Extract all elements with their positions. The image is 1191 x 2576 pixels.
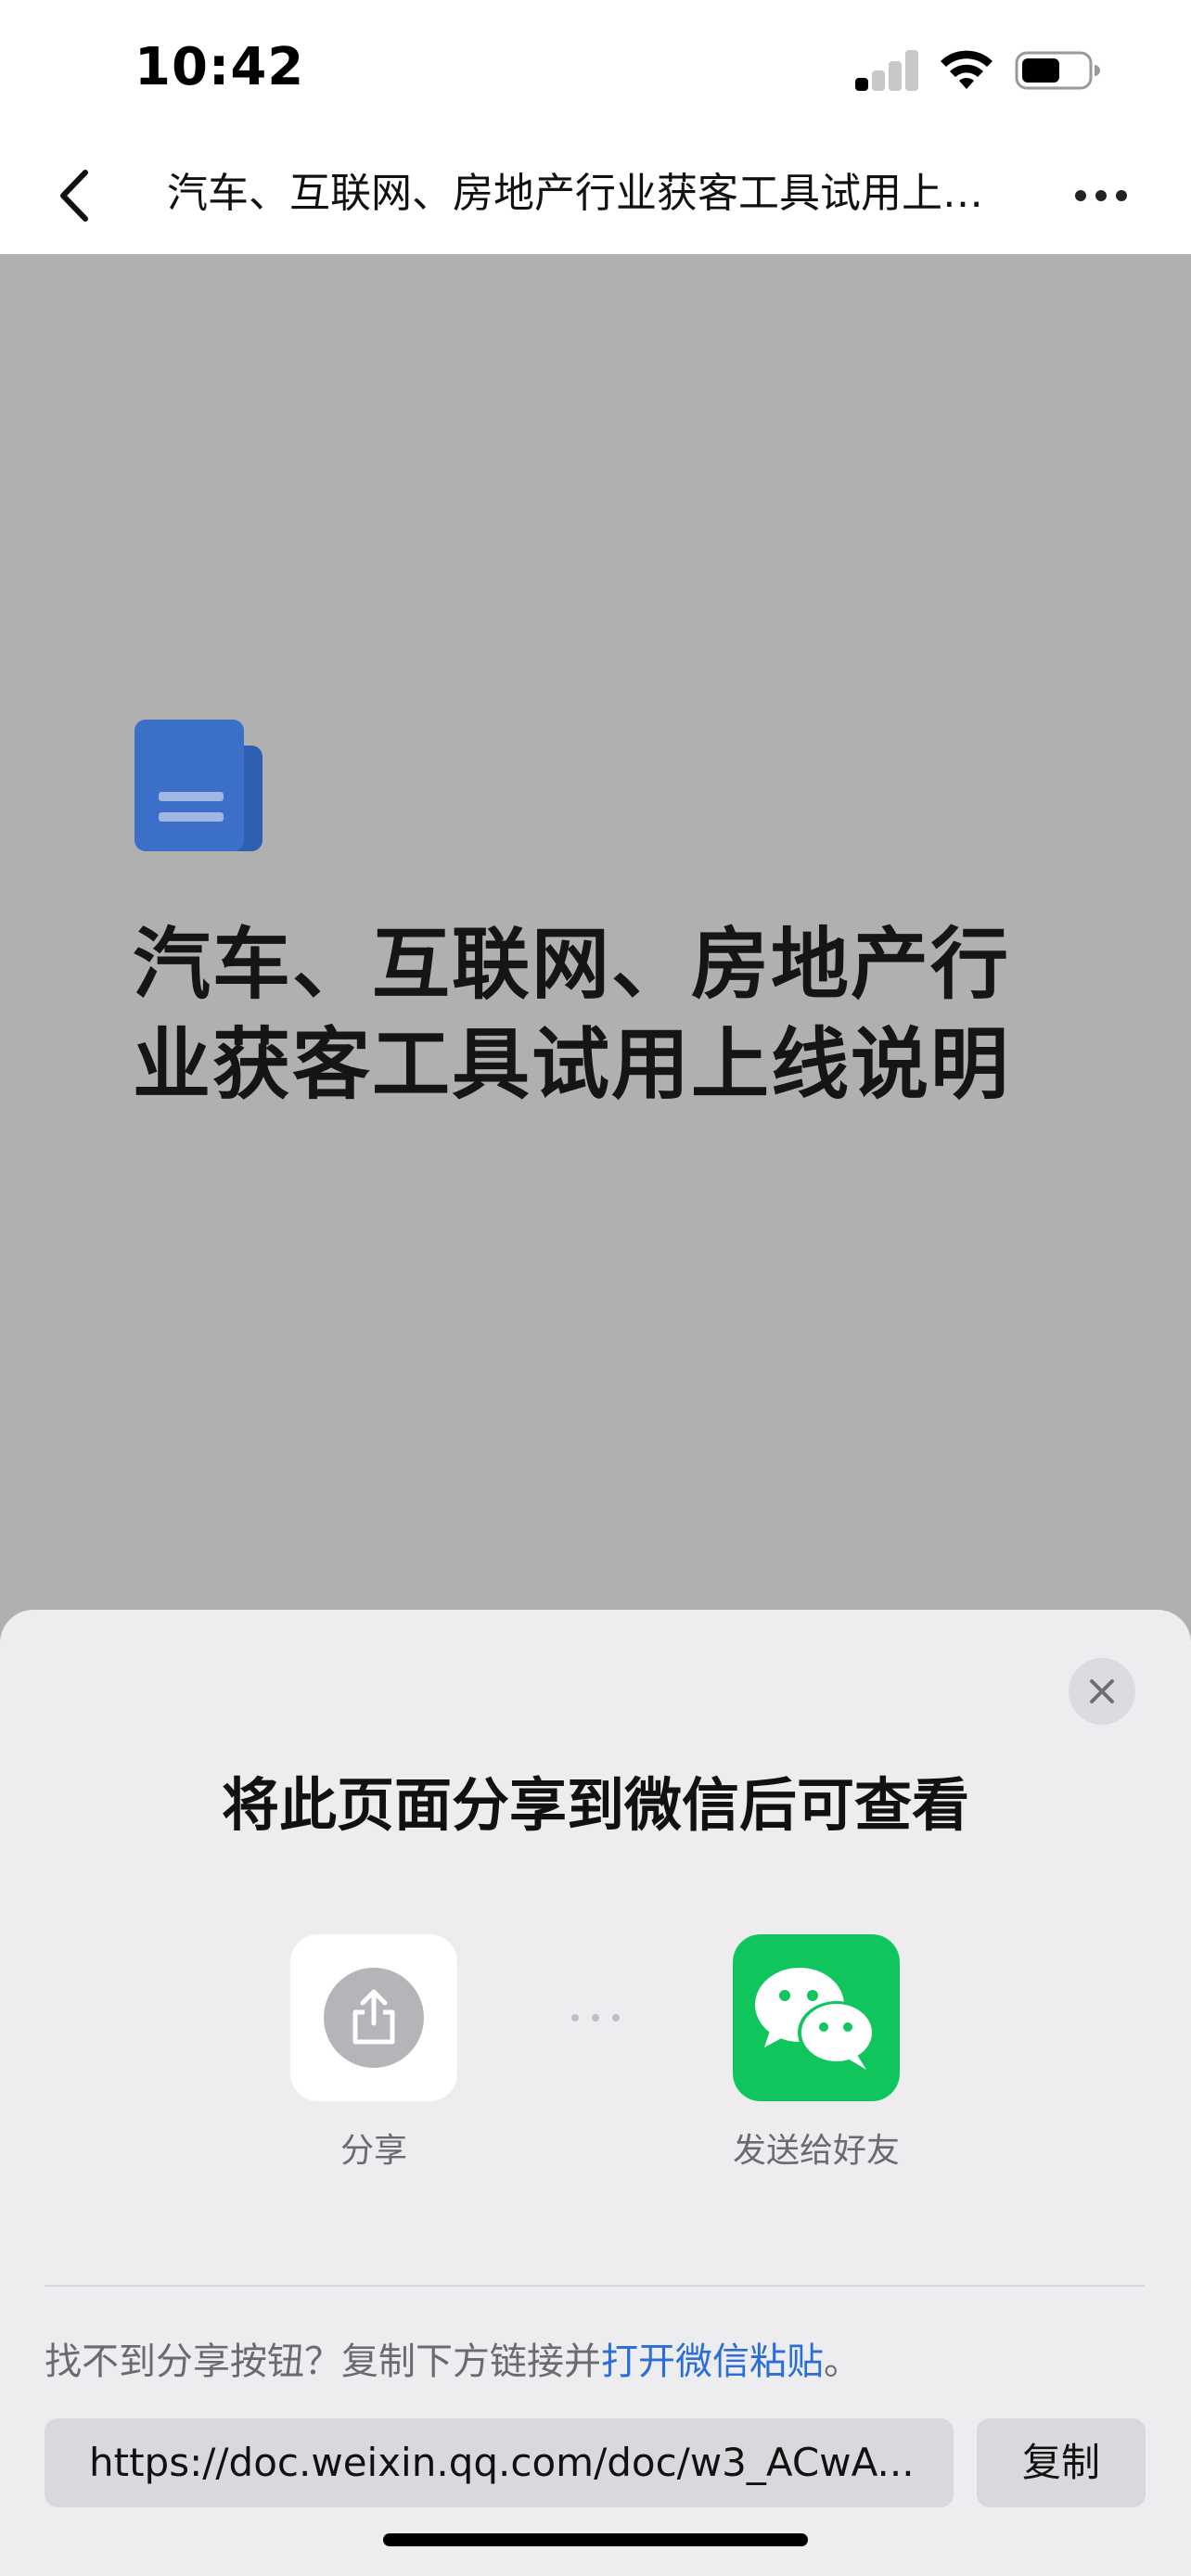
hint-prefix: 找不到分享按钮？复制下方链接并: [45, 2340, 601, 2383]
nav-title: 汽车、互联网、房地产行业获客工具试用上线说明: [167, 170, 983, 217]
home-indicator[interactable]: [383, 2533, 808, 2546]
open-wechat-link[interactable]: 打开微信粘贴: [601, 2340, 824, 2383]
send-to-friend-button[interactable]: [733, 1934, 900, 2101]
status-time: 10:42: [134, 37, 305, 97]
sheet-title: 将此页面分享到微信后可查看: [221, 1771, 969, 1839]
battery-icon: [1015, 51, 1100, 90]
screen: 10:42 汽车、互联网、房地产行业获客工具试用上线说明 汽车、互联网、房地产行…: [0, 0, 1191, 2576]
copy-hint: 找不到分享按钮？复制下方链接并打开微信粘贴。: [45, 2331, 1148, 2385]
status-bar: 10:42: [0, 0, 1191, 139]
share-label: 分享: [339, 2132, 407, 2170]
close-icon: [1090, 1679, 1114, 1703]
dots-connector-icon: [571, 2014, 620, 2021]
url-field[interactable]: https://doc.weixin.qq.com/doc/w3_ACwA...: [45, 2418, 954, 2507]
url-text: https://doc.weixin.qq.com/doc/w3_ACwA...: [89, 2440, 915, 2485]
share-sheet: 将此页面分享到微信后可查看 分享 发送给好友 找不到分享按钮？复制下方链接并打开…: [0, 1610, 1191, 2576]
document-icon: [134, 720, 263, 851]
divider: [45, 2285, 1145, 2287]
document-title: 汽车、互联网、房地产行业获客工具试用上线说明: [133, 919, 1011, 1110]
copy-button[interactable]: 复制: [977, 2418, 1146, 2507]
close-button[interactable]: [1069, 1658, 1135, 1725]
share-circle: [324, 1968, 424, 2068]
cellular-signal-icon: [855, 48, 920, 91]
share-button[interactable]: [290, 1934, 457, 2101]
hint-suffix: 。: [824, 2340, 861, 2383]
send-to-friend-label: 发送给好友: [732, 2132, 900, 2170]
more-dots-icon[interactable]: [1074, 182, 1128, 210]
share-upload-icon: [352, 1989, 395, 2045]
chevron-left-icon[interactable]: [50, 165, 102, 226]
wechat-icon: [755, 1968, 876, 2070]
wifi-icon: [941, 50, 992, 89]
nav-bar: 汽车、互联网、房地产行业获客工具试用上线说明: [0, 139, 1191, 254]
